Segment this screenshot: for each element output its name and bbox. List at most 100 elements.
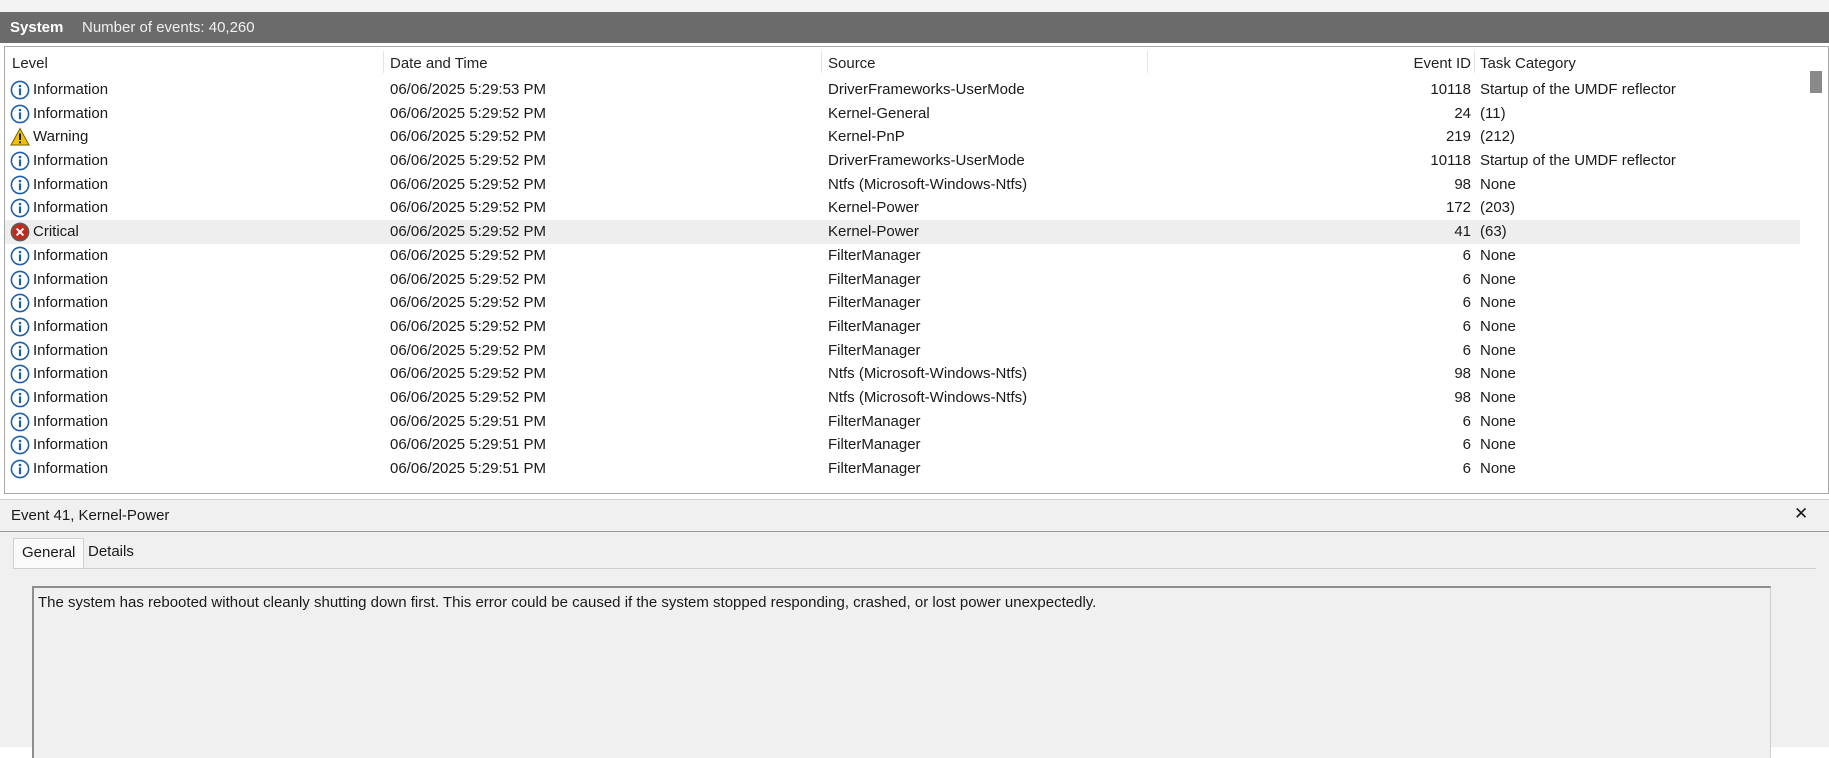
- table-row[interactable]: Information 06/06/2025 5:29:52 PM FilterMa…: [5, 244, 1800, 268]
- event-detail-title: Event 41, Kernel-Power: [11, 507, 170, 524]
- column-divider[interactable]: [1474, 51, 1475, 73]
- level-cell: Information: [33, 388, 109, 406]
- task-category-cell: None: [1480, 175, 1516, 193]
- table-row[interactable]: Information 06/06/2025 5:29:52 PM Ntfs (Mi…: [5, 362, 1800, 386]
- date-cell: 06/06/2025 5:29:52 PM: [390, 175, 546, 193]
- task-category-cell: None: [1480, 294, 1516, 312]
- source-cell: FilterManager: [828, 246, 921, 264]
- table-row[interactable]: Information 06/06/2025 5:29:52 PM Kernel-G…: [5, 102, 1800, 126]
- date-cell: 06/06/2025 5:29:52 PM: [390, 388, 546, 406]
- level-cell: Warning: [33, 128, 89, 146]
- info-icon: [10, 364, 30, 384]
- date-cell: 06/06/2025 5:29:52 PM: [390, 365, 546, 383]
- date-cell: 06/06/2025 5:29:52 PM: [390, 128, 546, 146]
- level-cell: Information: [33, 270, 109, 288]
- table-row[interactable]: Information 06/06/2025 5:29:52 PM FilterMa…: [5, 339, 1800, 363]
- level-cell: Information: [33, 152, 109, 170]
- table-row[interactable]: Information 06/06/2025 5:29:52 PM FilterMa…: [5, 315, 1800, 339]
- warning-icon: [10, 127, 30, 147]
- column-divider[interactable]: [383, 51, 384, 73]
- tab-general[interactable]: General: [13, 538, 85, 569]
- table-row[interactable]: Information 06/06/2025 5:29:52 PM FilterMa…: [5, 291, 1800, 315]
- level-cell: Information: [33, 199, 109, 217]
- vertical-scrollbar[interactable]: [1805, 47, 1827, 493]
- source-cell: FilterManager: [828, 317, 921, 335]
- event-id-cell: 6: [1462, 341, 1471, 359]
- date-cell: 06/06/2025 5:29:52 PM: [390, 294, 546, 312]
- table-row[interactable]: Information 06/06/2025 5:29:52 PM Kernel-P…: [5, 196, 1800, 220]
- source-cell: Kernel-PnP: [828, 128, 905, 146]
- table-row[interactable]: Information 06/06/2025 5:29:52 PM FilterMa…: [5, 268, 1800, 292]
- task-category-cell: (63): [1480, 223, 1507, 241]
- date-cell: 06/06/2025 5:29:52 PM: [390, 152, 546, 170]
- info-icon: [10, 293, 30, 313]
- info-icon: [10, 104, 30, 124]
- date-cell: 06/06/2025 5:29:52 PM: [390, 341, 546, 359]
- column-header-row: Level Date and Time Source Event ID Task…: [5, 47, 1800, 76]
- info-icon: [10, 341, 30, 361]
- date-cell: 06/06/2025 5:29:52 PM: [390, 223, 546, 241]
- event-count: Number of events: 40,260: [82, 19, 255, 36]
- source-cell: DriverFrameworks-UserMode: [828, 81, 1025, 98]
- event-rows: Information 06/06/2025 5:29:53 PM DriverFr…: [5, 78, 1800, 493]
- table-row[interactable]: Information 06/06/2025 5:29:51 PM FilterMa…: [5, 433, 1800, 457]
- table-row[interactable]: Information 06/06/2025 5:29:52 PM Ntfs (Mi…: [5, 173, 1800, 197]
- info-icon: [10, 388, 30, 408]
- source-cell: Ntfs (Microsoft-Windows-Ntfs): [828, 365, 1028, 383]
- column-header-task-category[interactable]: Task Category: [1480, 55, 1576, 72]
- task-category-cell: None: [1480, 412, 1516, 430]
- event-message: The system has rebooted without cleanly …: [38, 594, 1097, 611]
- event-id-cell: 6: [1462, 436, 1471, 454]
- scrollbar-thumb[interactable]: [1810, 71, 1822, 93]
- event-id-cell: 219: [1445, 128, 1471, 146]
- info-icon: [10, 151, 30, 171]
- column-header-date[interactable]: Date and Time: [390, 55, 488, 72]
- info-icon: [10, 317, 30, 337]
- info-icon: [10, 175, 30, 195]
- tab-details[interactable]: Details: [80, 538, 142, 566]
- info-icon: [10, 80, 30, 100]
- source-cell: Kernel-Power: [828, 223, 919, 241]
- column-header-source[interactable]: Source: [828, 55, 876, 72]
- level-cell: Information: [33, 460, 109, 477]
- table-row[interactable]: Information 06/06/2025 5:29:53 PM DriverFr…: [5, 78, 1800, 102]
- source-cell: FilterManager: [828, 412, 921, 430]
- column-header-level[interactable]: Level: [12, 55, 48, 72]
- event-id-cell: 98: [1454, 365, 1471, 383]
- log-header: System Number of events: 40,260: [0, 12, 1829, 43]
- close-icon[interactable]: ✕: [1794, 504, 1808, 524]
- column-divider[interactable]: [1147, 51, 1148, 73]
- level-cell: Information: [33, 317, 109, 335]
- task-category-cell: (203): [1480, 199, 1516, 217]
- info-icon: [10, 198, 30, 218]
- level-cell: Information: [33, 436, 109, 454]
- table-row[interactable]: Information 06/06/2025 5:29:52 PM Ntfs (Mi…: [5, 386, 1800, 410]
- table-row[interactable]: Information 06/06/2025 5:29:52 PM DriverFr…: [5, 149, 1800, 173]
- event-id-cell: 6: [1462, 294, 1471, 312]
- table-row[interactable]: Information 06/06/2025 5:29:51 PM FilterMa…: [5, 457, 1800, 481]
- event-message-box[interactable]: The system has rebooted without cleanly …: [32, 586, 1771, 758]
- column-header-event-id[interactable]: Event ID: [1291, 55, 1471, 72]
- table-row[interactable]: Critical 06/06/2025 5:29:52 PM Kernel-Powe…: [5, 220, 1800, 244]
- table-row[interactable]: Information 06/06/2025 5:29:51 PM FilterMa…: [5, 410, 1800, 434]
- column-divider[interactable]: [821, 51, 822, 73]
- level-cell: Information: [33, 412, 109, 430]
- source-cell: Kernel-General: [828, 104, 930, 122]
- events-grid[interactable]: Level Date and Time Source Event ID Task…: [4, 46, 1829, 494]
- info-icon: [10, 412, 30, 432]
- event-detail-header: Event 41, Kernel-Power ✕: [0, 499, 1829, 533]
- date-cell: 06/06/2025 5:29:53 PM: [390, 81, 546, 98]
- task-category-cell: None: [1480, 246, 1516, 264]
- date-cell: 06/06/2025 5:29:52 PM: [390, 104, 546, 122]
- table-row[interactable]: Warning 06/06/2025 5:29:52 PM Kernel-PnP 21…: [5, 125, 1800, 149]
- date-cell: 06/06/2025 5:29:51 PM: [390, 436, 546, 454]
- task-category-cell: None: [1480, 460, 1516, 477]
- task-category-cell: None: [1480, 341, 1516, 359]
- source-cell: Kernel-Power: [828, 199, 919, 217]
- task-category-cell: None: [1480, 270, 1516, 288]
- event-id-cell: 98: [1454, 175, 1471, 193]
- date-cell: 06/06/2025 5:29:52 PM: [390, 199, 546, 217]
- event-id-cell: 6: [1462, 246, 1471, 264]
- date-cell: 06/06/2025 5:29:51 PM: [390, 412, 546, 430]
- source-cell: FilterManager: [828, 270, 921, 288]
